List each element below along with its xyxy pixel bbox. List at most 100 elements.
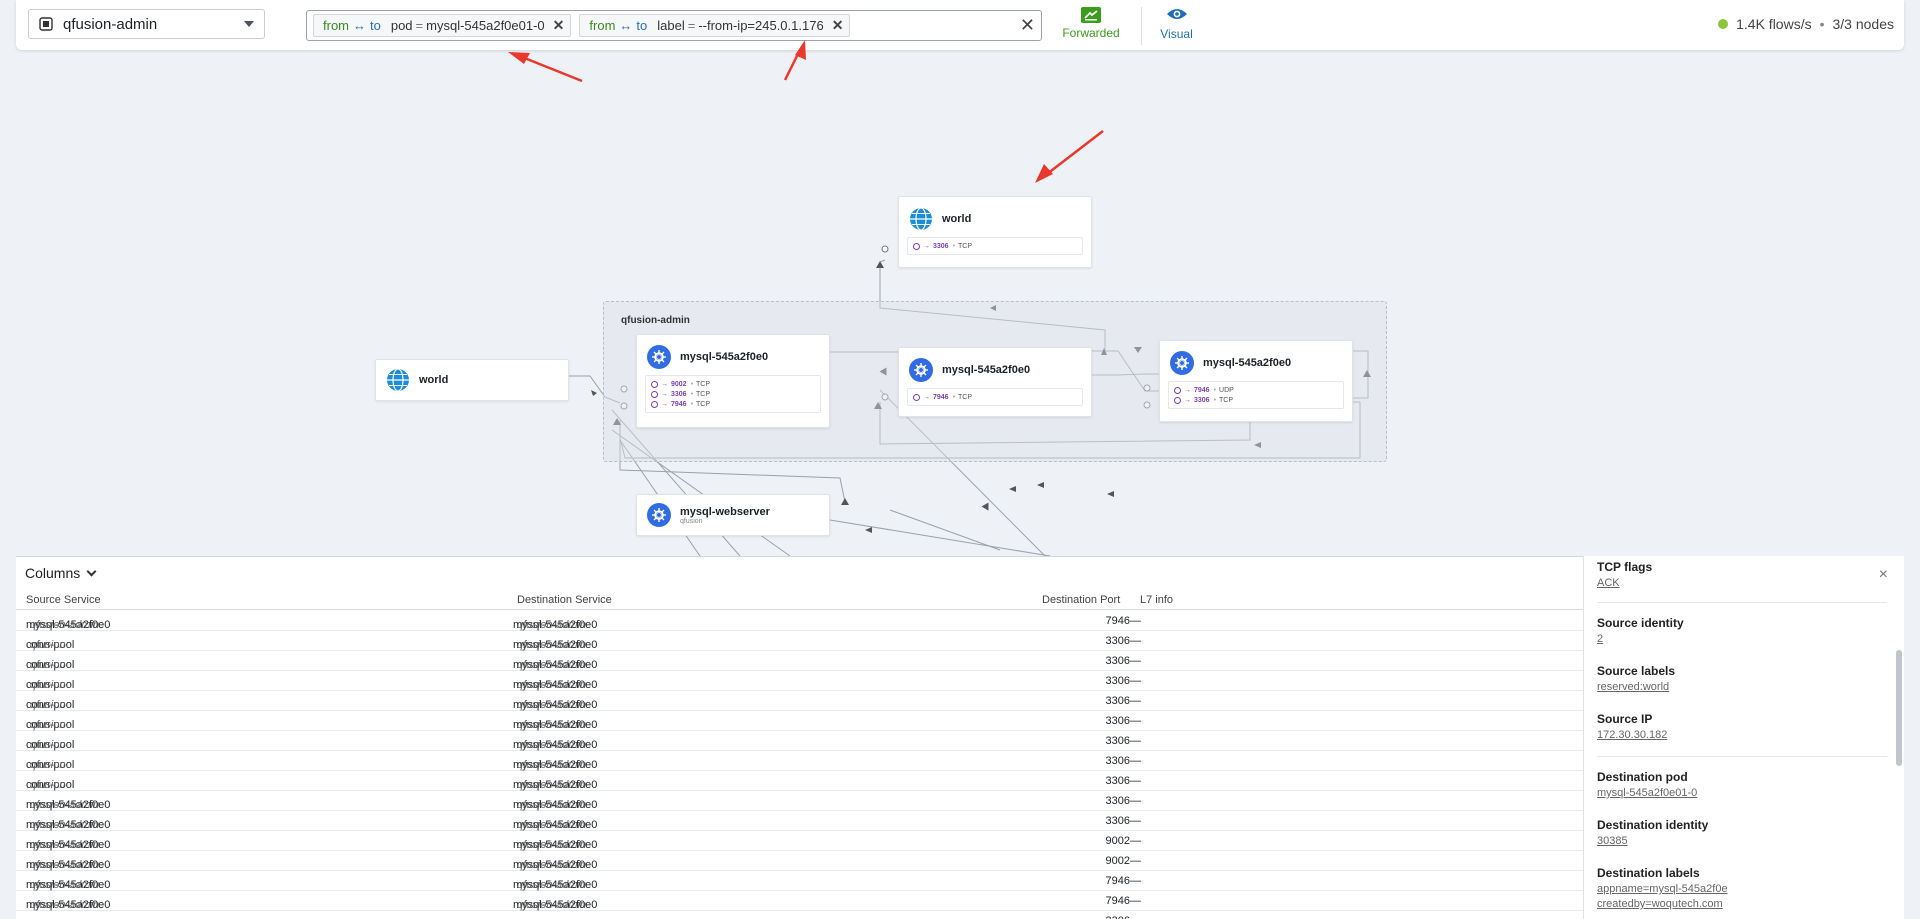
port-protocol: TCP: [1219, 396, 1234, 404]
source-namespace: qfusion-admin: [30, 819, 100, 831]
cell-l7: —: [1130, 875, 1141, 887]
table-row[interactable]: conn-pool qfusion mysql-545a2f0e0 qfusion-a…: [16, 631, 1586, 651]
cell-l7: —: [1130, 735, 1141, 747]
table-row[interactable]: mysql-545a2f0e0 qfusion-admin mysql-545a2f…: [16, 851, 1586, 871]
port-item: → 7946 • TCP: [651, 399, 815, 409]
clear-filters-icon[interactable]: ✕: [1020, 15, 1035, 36]
table-row[interactable]: conn-pool qfusion mysql-545a2f0e0 qfusion-a…: [16, 751, 1586, 771]
detail-value[interactable]: 172.30.30.182: [1597, 729, 1667, 741]
cell-port: 3306: [1105, 635, 1130, 647]
forwarded-icon: [1081, 7, 1101, 23]
detail-value[interactable]: 30385: [1597, 835, 1708, 847]
table-row[interactable]: conn-pool qfusion mysql-545a2f0e0 qfusion-a…: [16, 711, 1586, 731]
bidirectional-arrow-icon: ↔: [619, 18, 633, 33]
cell-port: 3306: [1105, 715, 1130, 727]
detail-value[interactable]: ACK: [1597, 577, 1652, 589]
table-row[interactable]: mysql-545a2f0e0 qfusion-admin mysql-545a2f…: [16, 811, 1586, 831]
table-row[interactable]: conn-pool qfusion mysql-545a2f0e0 qfusion-a…: [16, 731, 1586, 751]
detail-value[interactable]: reserved:world: [1597, 681, 1675, 693]
port-icon: [1174, 386, 1181, 394]
port-arrow: →: [1184, 386, 1191, 394]
kubernetes-icon: [909, 358, 933, 382]
node-card-world-left[interactable]: world: [375, 359, 569, 401]
node-card-mysql-1[interactable]: mysql-545a2f0e0 → 9002 • TCP → 3306 • TCP → 794…: [636, 334, 830, 428]
cell-l7: —: [1130, 715, 1141, 727]
port-icon: [651, 390, 658, 398]
port-protocol: TCP: [696, 390, 711, 398]
header-destination[interactable]: Destination Service: [517, 594, 612, 606]
destination-namespace: qfusion-admin: [517, 799, 587, 811]
table-header: Source Service Destination Service Desti…: [16, 590, 1586, 610]
header-source[interactable]: Source Service: [26, 594, 101, 606]
detail-field: Source labels reserved:world: [1597, 664, 1675, 693]
table-row[interactable]: mysql-545a2f0e0 qfusion-admin mysql-545a2f…: [16, 871, 1586, 891]
table-row[interactable]: mysql-545a2f0e0 qfusion-admin mysql-545a2f…: [16, 891, 1586, 911]
node-title: world: [419, 374, 449, 386]
remove-filter-icon[interactable]: ✕: [553, 17, 565, 34]
table-row[interactable]: conn-pool qfusion mysql-545a2f0e0 qfusion-a…: [16, 771, 1586, 791]
cell-l7: —: [1130, 695, 1141, 707]
detail-label: Source IP: [1597, 712, 1653, 726]
table-row[interactable]: worldmysql-545a2f0e0qfusion-admin3306—: [16, 911, 1586, 919]
detail-value[interactable]: mysql-545a2f0e01-0: [1597, 787, 1697, 799]
cell-l7: —: [1130, 915, 1141, 919]
cell-port: 3306: [1105, 695, 1130, 707]
namespace-select-value: qfusion-admin: [63, 15, 158, 33]
filter-input[interactable]: from ↔ to pod = mysql-545a2f0e01-0 ✕ fro…: [306, 10, 1042, 41]
columns-button[interactable]: Columns: [25, 565, 97, 581]
port-protocol: TCP: [696, 380, 711, 388]
node-card-mysql-3[interactable]: mysql-545a2f0e0 → 7946 • UDP → 3306 • TCP: [1159, 340, 1353, 422]
filter-chip-label[interactable]: from ↔ to label = --from-ip=245.0.1.176 …: [579, 14, 851, 37]
source-namespace: qfusion: [30, 699, 66, 711]
filter-dir-to: to: [636, 18, 648, 33]
filter-eq: =: [415, 18, 424, 33]
detail-value[interactable]: 2: [1597, 633, 1684, 645]
header-l7[interactable]: L7 info: [1140, 594, 1173, 606]
table-row[interactable]: mysql-545a2f0e0 qfusion-admin mysql-545a2f…: [16, 831, 1586, 851]
detail-value[interactable]: createdby=woqutech.com: [1597, 898, 1728, 910]
visual-label: Visual: [1160, 27, 1193, 41]
source-namespace: qfusion-admin: [30, 899, 100, 911]
namespace-icon: [39, 17, 53, 31]
source-namespace: qfusion-admin: [30, 839, 100, 851]
table-row[interactable]: conn-pool qfusion mysql-545a2f0e0 qfusion-a…: [16, 671, 1586, 691]
port-protocol: TCP: [958, 242, 973, 250]
kubernetes-icon: [647, 345, 671, 369]
visual-button[interactable]: Visual: [1141, 7, 1211, 45]
source-namespace: qfusion-admin: [30, 619, 100, 631]
scrollbar[interactable]: [1896, 650, 1902, 766]
port-arrow: →: [1184, 396, 1191, 404]
port-number: 3306: [933, 242, 949, 250]
header-port[interactable]: Destination Port: [1042, 594, 1120, 606]
remove-filter-icon[interactable]: ✕: [832, 17, 844, 34]
filter-chip-pod[interactable]: from ↔ to pod = mysql-545a2f0e01-0 ✕: [313, 14, 572, 37]
table-row[interactable]: conn-pool qfusion mysql-545a2f0e0 qfusion-a…: [16, 691, 1586, 711]
chevron-down-icon: [86, 566, 97, 576]
table-row[interactable]: conn-pool qfusion mysql-545a2f0e0 qfusion-a…: [16, 651, 1586, 671]
cell-l7: —: [1130, 775, 1141, 787]
namespace-box-label: qfusion-admin: [621, 315, 690, 326]
port-number: 3306: [1194, 396, 1210, 404]
node-card-webserver[interactable]: mysql-webserver qfusion: [636, 494, 830, 536]
globe-icon: [910, 207, 932, 231]
close-icon[interactable]: ×: [1879, 566, 1888, 584]
detail-label: Destination labels: [1597, 866, 1700, 880]
service-map[interactable]: qfusion-admin world → 3306 • TCP world m…: [0, 50, 1920, 556]
detail-label: Source labels: [1597, 664, 1676, 678]
namespace-select[interactable]: qfusion-admin: [28, 9, 265, 39]
detail-value[interactable]: appname=mysql-545a2f0e: [1597, 883, 1728, 895]
filter-dir-from: from: [589, 18, 616, 33]
source-namespace: qfusion: [30, 719, 66, 731]
node-title: mysql-webserver: [680, 505, 770, 518]
table-row[interactable]: mysql-545a2f0e0 qfusion-admin mysql-545a2f…: [16, 611, 1586, 631]
node-card-mysql-2[interactable]: mysql-545a2f0e0 → 7946 • TCP: [898, 347, 1092, 417]
port-arrow: →: [661, 390, 668, 398]
node-card-world-top[interactable]: world → 3306 • TCP: [898, 196, 1092, 268]
detail-field: Destination pod mysql-545a2f0e01-0: [1597, 770, 1697, 799]
table-row[interactable]: mysql-545a2f0e0 qfusion-admin mysql-545a2f…: [16, 791, 1586, 811]
destination-namespace: qfusion-admin: [517, 839, 587, 851]
nodes-count: 3/3 nodes: [1832, 16, 1895, 32]
verdict-forwarded-button[interactable]: Forwarded: [1046, 7, 1136, 45]
filter-value: --from-ip=245.0.1.176: [698, 18, 824, 33]
eye-icon: [1166, 9, 1187, 19]
